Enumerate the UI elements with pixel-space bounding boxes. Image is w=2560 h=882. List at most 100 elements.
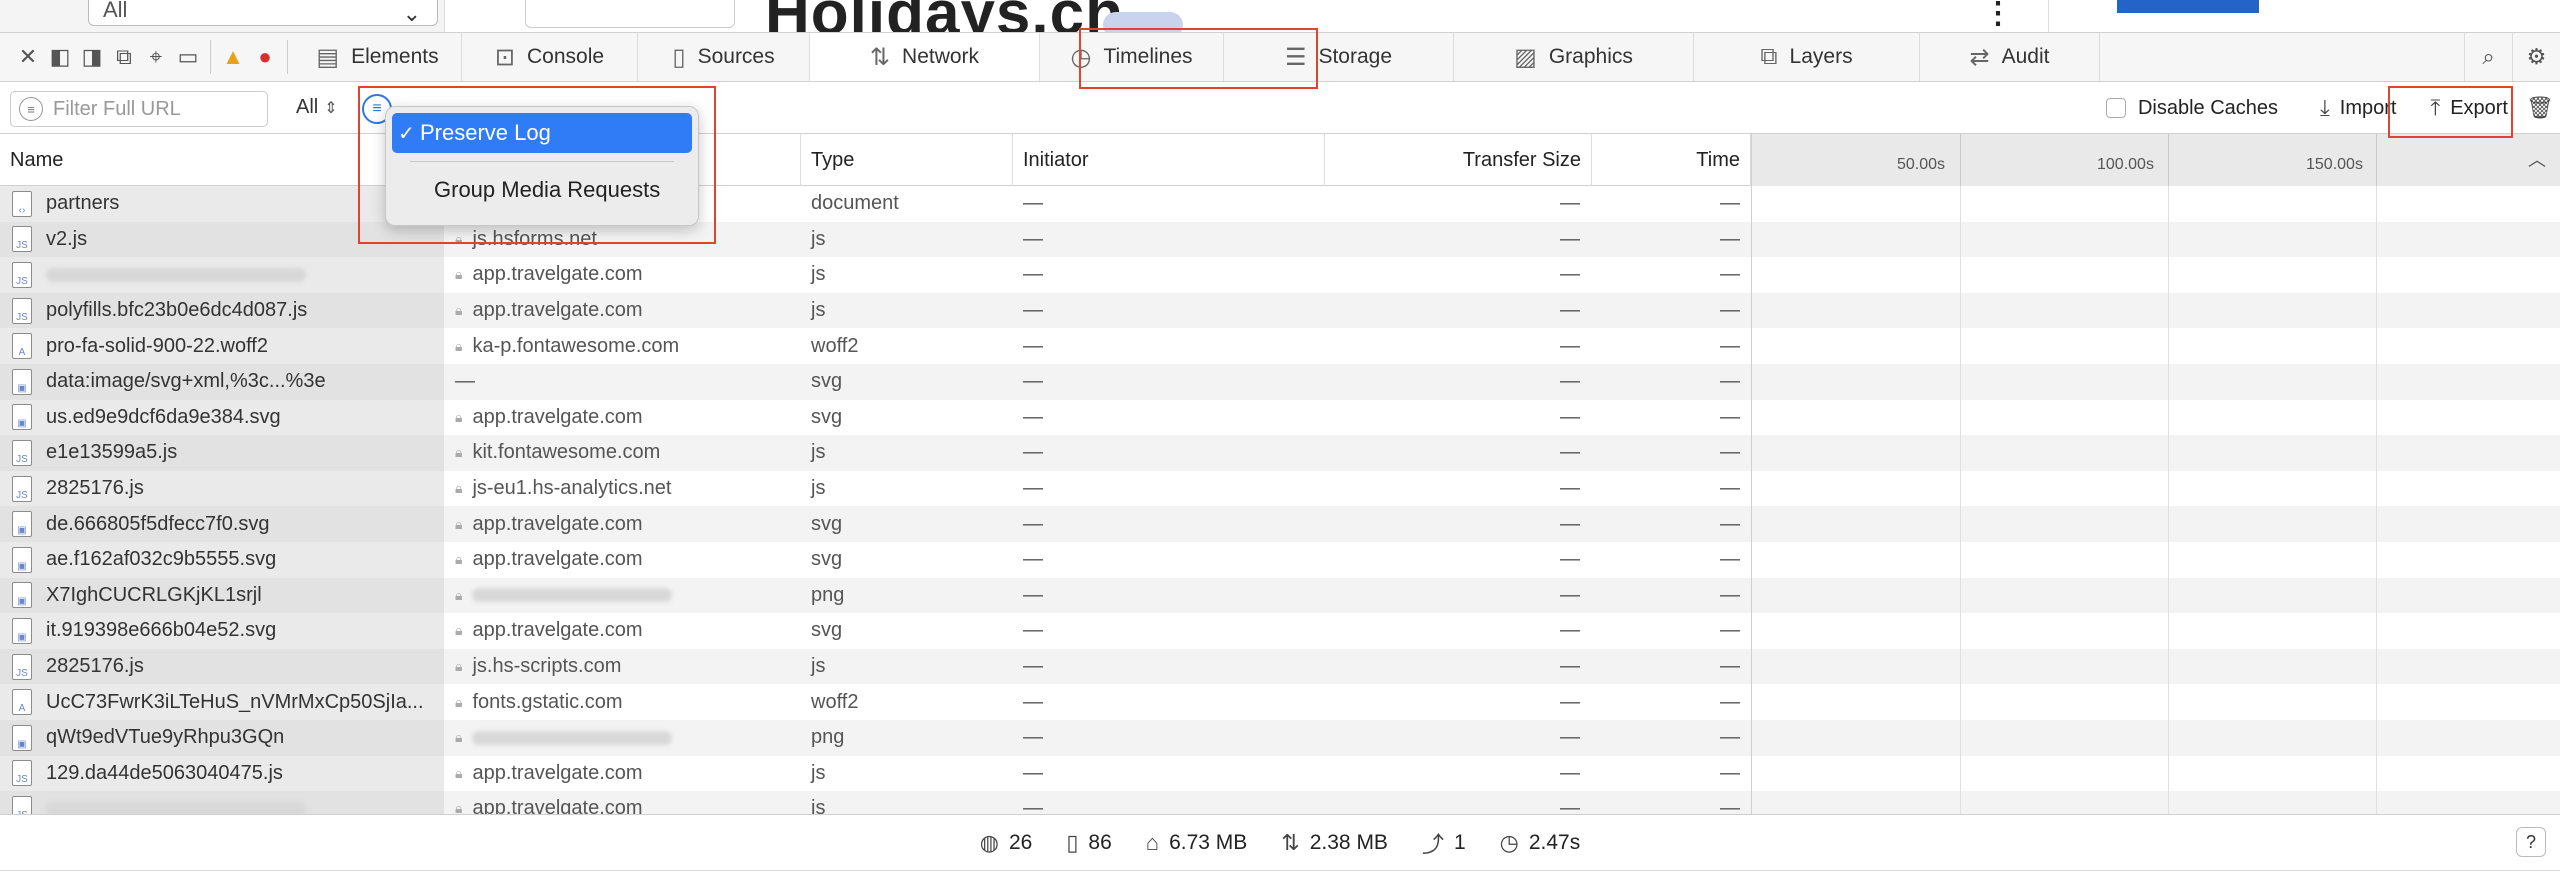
time-cell: — [1720,405,1740,428]
error-icon[interactable]: ● [249,33,281,81]
name-cell[interactable]: JS e1e13599a5.js [0,435,444,471]
device-icon[interactable]: ▭ [172,33,204,81]
tab-layers[interactable]: ⧉ Layers [1694,33,1920,81]
import-icon: ⤓ [2320,95,2330,120]
tab-storage[interactable]: ☰ Storage [1224,33,1454,81]
tab-network[interactable]: ⇅ Network [810,33,1040,81]
column-type[interactable]: Type [801,134,1013,186]
name-cell[interactable]: JS v2.js [0,221,444,258]
stat-redirects: ⤴ 1 [1422,827,1466,859]
name-cell[interactable]: ▣ it.919398e666b04e52.svg [0,613,444,649]
page-blue-button[interactable] [2117,0,2259,13]
menu-item-group-media[interactable]: Group Media Requests [392,170,692,210]
img-file-icon: ▣ [12,724,32,751]
table-row[interactable]: JS e1e13599a5.js 🔒︎ kit.fontawesome.com js — —… [0,435,2560,471]
dock-left-icon[interactable]: ◧ [44,33,76,81]
tab-elements[interactable]: ▤ Elements [294,33,462,81]
gear-icon[interactable]: ⚙ [2512,33,2560,81]
table-row[interactable]: JS v2.js 🔒︎ js.hsforms.net js — — — [0,221,2560,258]
name-cell[interactable]: ▣ ae.f162af032c9b5555.svg [0,542,444,578]
table-row[interactable]: JS 🔒︎ app.travelgate.com js — — — [0,791,2560,814]
time-cell: — [1720,690,1740,713]
name-cell[interactable]: ▣ us.ed9e9dcf6da9e384.svg [0,399,444,436]
export-button[interactable]: ⤒ Export [2418,88,2520,128]
resource-type-select[interactable]: All ⇕ [296,96,338,119]
chevron-up-icon[interactable]: ︿ [2528,146,2546,172]
table-row[interactable]: A UcC73FwrK3iLTeHuS_nVMrMxCp50SjIa... 🔒︎ fo… [0,684,2560,720]
column-name[interactable]: Name [0,134,444,186]
element-picker-icon[interactable]: ⌖ [140,33,172,81]
lock-icon: 🔒︎ [455,658,463,675]
tab-sources[interactable]: ▯ Sources [638,33,810,81]
undock-icon[interactable]: ⧉ [108,33,140,81]
name-cell[interactable]: JS 2825176.js [0,470,444,507]
domain-text: kit.fontawesome.com [472,441,661,464]
checkbox-box[interactable] [2105,98,2126,118]
more-options-icon[interactable]: ⋮ [1983,0,2013,31]
dock-right-icon[interactable]: ◨ [76,33,108,81]
initiator-cell: — [1023,512,1043,535]
name-cell[interactable]: ‹› partners [0,186,444,222]
page-input[interactable] [525,0,735,28]
table-row[interactable]: ▣ de.666805f5dfecc7f0.svg 🔒︎ app.travelgate… [0,506,2560,542]
column-time[interactable]: Time [1592,134,1751,186]
type-cell: svg [811,619,843,642]
import-button[interactable]: ⤓ Import [2308,88,2408,128]
timeline-tick: 150.00s [2306,156,2363,173]
column-transfer-size[interactable]: Transfer Size [1325,134,1592,186]
table-row[interactable]: JS polyfills.bfc23b0e6dc4d087.js 🔒︎ app.tra… [0,292,2560,329]
name-cell[interactable]: ▣ X7IghCUCRLGKjKL1srjl [0,577,444,614]
name-cell[interactable]: JS [0,791,444,814]
table-row[interactable]: ▣ X7IghCUCRLGKjKL1srjl 🔒︎ png — — — [0,577,2560,614]
tab-timelines[interactable]: ◷ Timelines [1040,33,1224,81]
toolbar-separator [287,40,288,74]
lock-icon: 🔒︎ [455,729,463,746]
search-icon[interactable]: ⌕ [2464,33,2512,81]
close-icon[interactable]: ✕ [12,33,44,81]
domain-text: app.travelgate.com [472,548,643,571]
column-initiator[interactable]: Initiator [1013,134,1325,186]
tab-graphics[interactable]: ▨ Graphics [1454,33,1694,81]
table-row[interactable]: ▣ qWt9edVTue9yRhpu3GQn 🔒︎ png — — — [0,720,2560,756]
tab-console[interactable]: ⊡ Console [462,33,638,81]
table-row[interactable]: JS 🔒︎ app.travelgate.com js — — — [0,257,2560,293]
name-cell[interactable]: Apro-fa-solid-900-22.woff2 [0,328,444,364]
name-cell[interactable]: JS 2825176.js [0,648,444,685]
waterfall-header: 50.00s 100.00s 150.00s ︿ [1751,134,2560,186]
table-row[interactable]: Apro-fa-solid-900-22.woff2 🔒︎ ka-p.fontawe… [0,328,2560,364]
table-row[interactable]: JS 2825176.js 🔒︎ js-eu1.hs-analytics.net js —… [0,470,2560,507]
table-row[interactable]: ‹›partners🔒︎document——— [0,186,2560,222]
table-row[interactable]: JS 129.da44de5063040475.js 🔒︎ app.travelgat… [0,755,2560,792]
filter-url-input[interactable]: ≡ Filter Full URL [10,91,268,127]
initiator-cell: — [1023,726,1043,749]
name-cell[interactable]: ▣ data:image/svg+xml,%3c...%3e [0,364,444,400]
table-row[interactable]: ▣ data:image/svg+xml,%3c...%3e — svg — — — [0,364,2560,400]
name-cell[interactable]: JS polyfills.bfc23b0e6dc4d087.js [0,292,444,329]
menu-item-preserve-log[interactable]: ✓ Preserve Log [392,113,692,153]
stat-value: 86 [1088,830,1112,854]
img-file-icon: ▣ [12,511,32,538]
export-label: Export [2450,96,2508,119]
page-select[interactable]: All ⌄ [88,0,438,26]
table-row[interactable]: ▣ us.ed9e9dcf6da9e384.svg 🔒︎ app.travelgate… [0,399,2560,436]
transfer-size-cell: — [1560,726,1580,749]
domain-text: js-eu1.hs-analytics.net [472,477,672,500]
name-cell[interactable]: ▣ de.666805f5dfecc7f0.svg [0,506,444,542]
clear-log-icon[interactable]: 🗑 [2520,95,2560,121]
waterfall-cell [1751,648,2560,685]
tab-audit[interactable]: ⇄ Audit [1920,33,2100,81]
name-cell[interactable]: JS 129.da44de5063040475.js [0,755,444,792]
disable-caches-checkbox[interactable]: Disable Caches [2105,97,2278,120]
waterfall-gridline [2376,684,2377,720]
table-row[interactable]: JS 2825176.js 🔒︎ js.hs-scripts.com js — — — [0,648,2560,685]
name-cell[interactable]: ▣ qWt9edVTue9yRhpu3GQn [0,720,444,756]
help-button[interactable]: ? [2516,827,2546,857]
name-cell[interactable]: A UcC73FwrK3iLTeHuS_nVMrMxCp50SjIa... [0,684,444,720]
warning-icon[interactable]: ▲ [217,33,249,81]
domain-cell: 🔒︎ app.travelgate.com [455,756,643,792]
waterfall-gridline [2376,364,2377,400]
table-row[interactable]: ▣ ae.f162af032c9b5555.svg 🔒︎ app.travelgate… [0,542,2560,578]
name-cell[interactable]: JS [0,257,444,293]
time-cell: — [1720,655,1740,678]
table-row[interactable]: ▣ it.919398e666b04e52.svg 🔒︎ app.travelgate… [0,613,2560,649]
